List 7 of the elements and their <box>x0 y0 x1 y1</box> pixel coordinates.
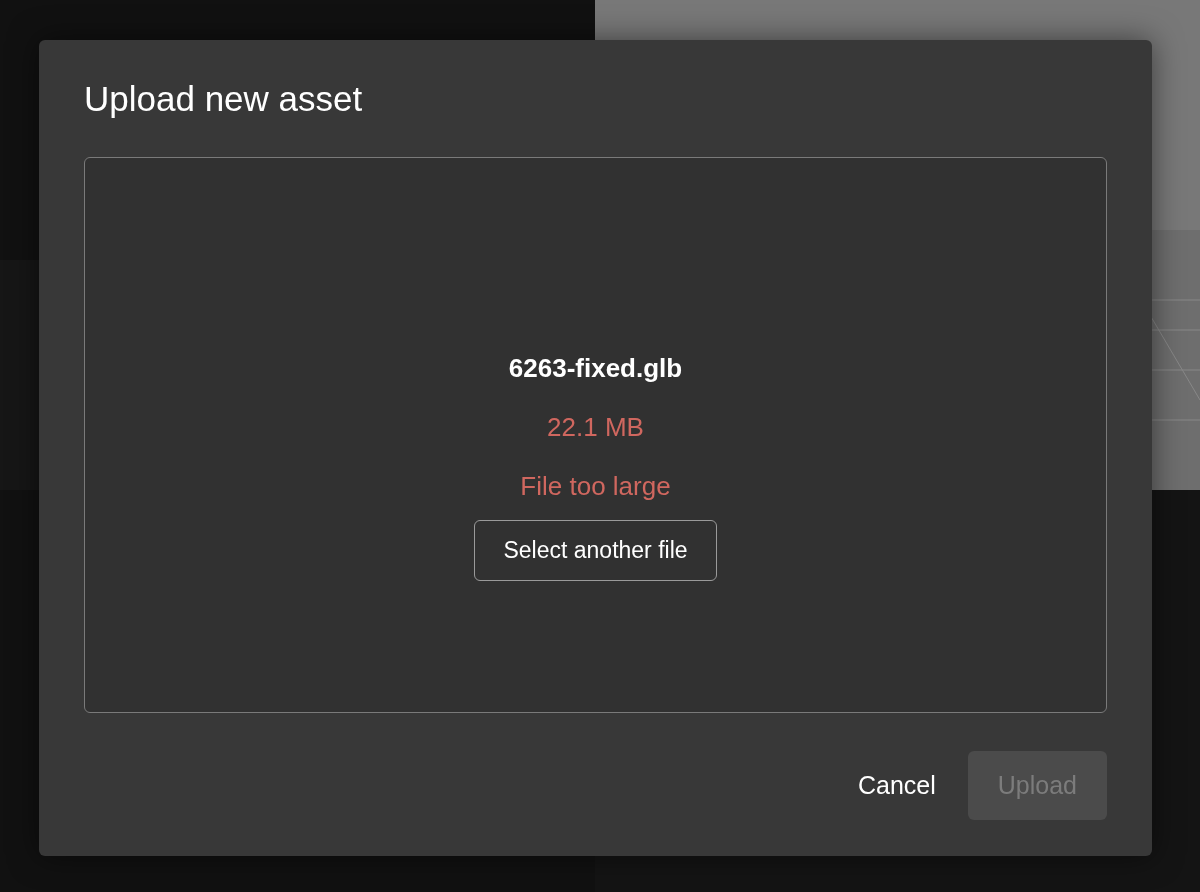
select-file-button[interactable]: Select another file <box>474 520 717 581</box>
dialog-title: Upload new asset <box>84 78 364 120</box>
cancel-button[interactable]: Cancel <box>857 766 936 804</box>
file-size: 22.1 MB <box>547 411 644 445</box>
drop-zone[interactable]: 6263-fixed.glb 22.1 MB File too large Select another file <box>84 157 1107 713</box>
error-message: File too large <box>520 470 671 504</box>
file-name: 6263-fixed.glb <box>508 352 683 386</box>
